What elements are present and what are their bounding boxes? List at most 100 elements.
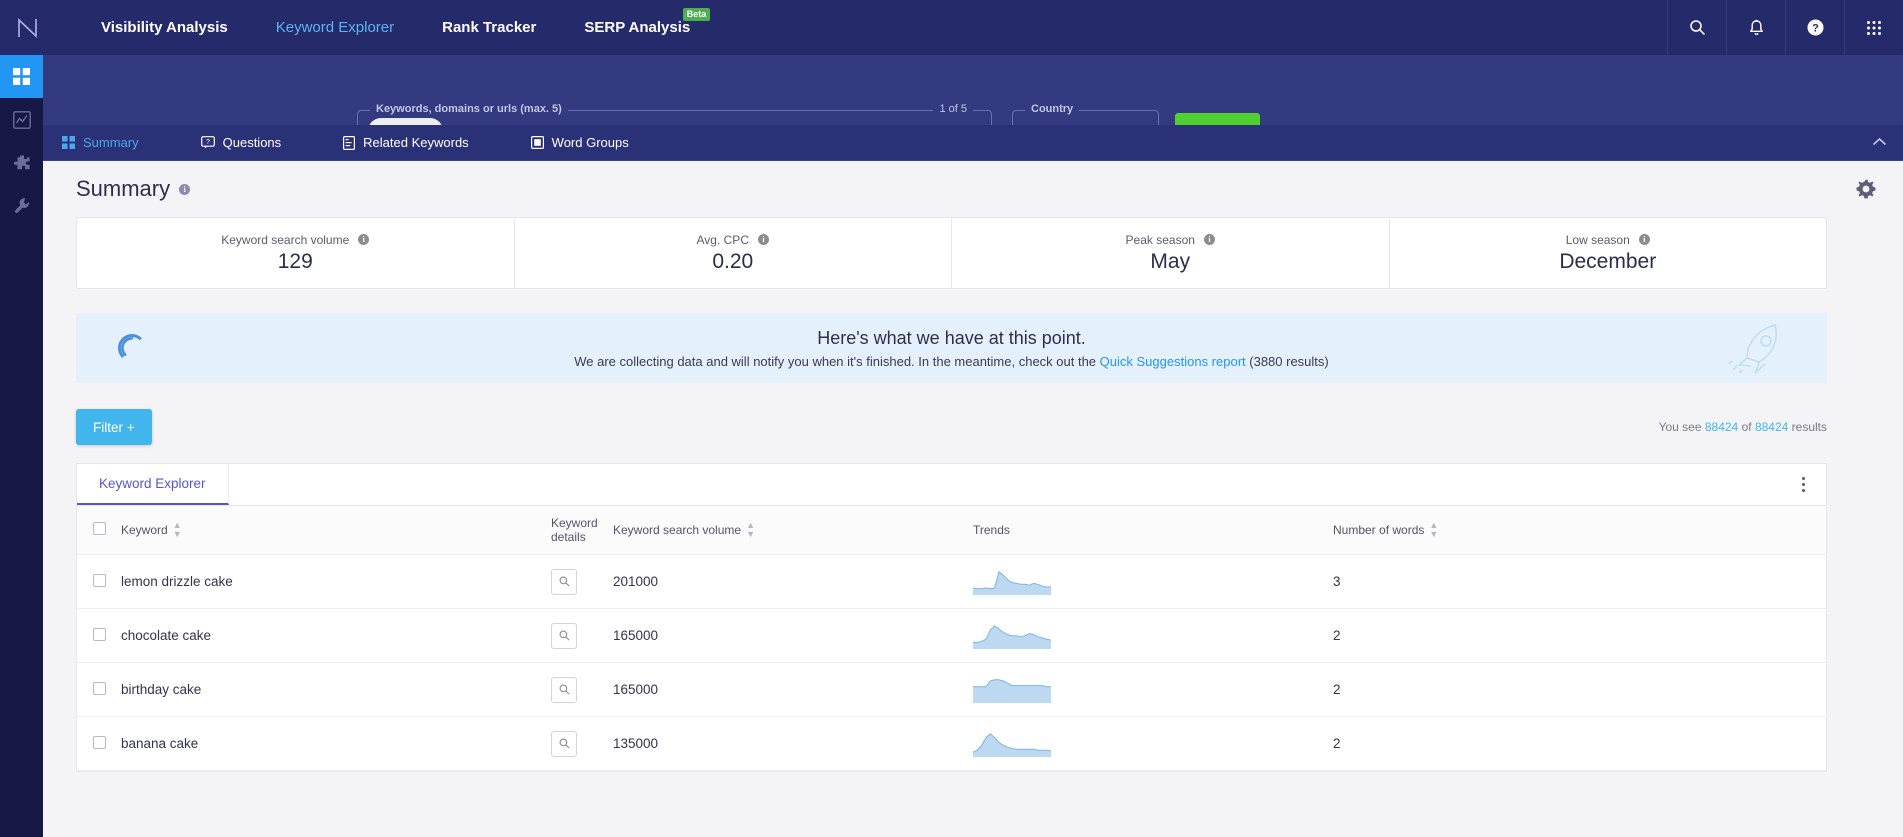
select-all-checkbox[interactable] [92, 522, 106, 535]
country-legend: Country [1025, 103, 1080, 115]
metric-value: May [1150, 249, 1191, 273]
header-keyword-details: Keyword details [551, 506, 613, 555]
app-root: Visibility Analysis Keyword Explorer Ran… [0, 0, 1903, 837]
keyword-text: banana cake [121, 736, 199, 751]
panel-tab-bar: Keyword Explorer [77, 464, 1826, 506]
results-prefix: You see [1658, 420, 1702, 434]
table-toolbar: Filter + You see 88424 of 88424 results [76, 409, 1827, 445]
magnifier-icon [559, 684, 569, 695]
header-keyword-search-volume[interactable]: Keyword search volume ▲ ▼ [613, 506, 973, 555]
search-volume-value: 135000 [613, 736, 659, 751]
header-keyword[interactable]: Keyword ▲ ▼ [121, 506, 551, 555]
results-shown: 88424 [1704, 420, 1739, 434]
info-icon[interactable]: i [1203, 234, 1215, 245]
zigzag-logo-icon [17, 17, 37, 38]
apps-button[interactable] [1844, 0, 1903, 55]
table-row[interactable]: birthday cake 165000 2 [77, 662, 1826, 717]
magnifier-icon [559, 630, 569, 641]
keyword-table-panel: Keyword Explorer Keyword ▲ ▼ Keyword det… [76, 463, 1827, 772]
keyword-text: chocolate cake [121, 628, 212, 643]
row-checkbox[interactable] [92, 627, 106, 641]
nav-item-keyword-explorer[interactable]: Keyword Explorer [252, 0, 418, 55]
info-icon[interactable]: i [179, 183, 191, 195]
top-bar-actions: ? [1667, 0, 1903, 55]
line-chart-icon [12, 110, 31, 129]
row-select-cell [77, 608, 121, 663]
row-checkbox[interactable] [92, 735, 106, 749]
puzzle-piece-icon [13, 155, 29, 169]
loading-spinner-icon [118, 334, 146, 362]
table-body: lemon drizzle cake 201000 3 chocolate cake 1… [77, 554, 1826, 771]
nav-item-serp-analysis[interactable]: SERP Analysis Beta [560, 0, 714, 55]
results-suffix: results [1791, 420, 1827, 434]
keyword-details-cell [551, 554, 613, 609]
keyword-details-cell [551, 662, 613, 717]
keyword-details-button[interactable] [551, 622, 577, 649]
keyword-details-button[interactable] [551, 568, 577, 595]
app-logo[interactable] [0, 0, 55, 55]
search-volume-cell: 135000 [613, 716, 973, 771]
tab-keyword-explorer[interactable]: Keyword Explorer [77, 464, 229, 505]
sidebar-item-analytics[interactable] [0, 98, 43, 141]
keyword-counter: 1 of 5 [933, 103, 973, 115]
tab-word-groups[interactable]: Word Groups [530, 125, 651, 160]
metric-value: December [1559, 249, 1657, 273]
filter-button[interactable]: Filter + [76, 409, 152, 445]
metric-label: Keyword search volume i [221, 233, 370, 247]
document-icon [343, 135, 356, 150]
summary-metric-cards: Keyword search volume i 129 Avg. CPC i 0… [76, 217, 1827, 289]
keywords-input-legend: Keywords, domains or urls (max. 5) [370, 103, 568, 115]
word-count-value: 3 [1333, 574, 1341, 589]
row-checkbox[interactable] [92, 573, 106, 587]
question-bubble-icon: ? [200, 136, 215, 149]
quick-suggestions-report-link[interactable]: Quick Suggestions report [1100, 354, 1246, 369]
metric-label-text: Avg. CPC [696, 232, 749, 247]
keyword-cell: birthday cake [121, 662, 551, 717]
header-number-of-words[interactable]: Number of words ▲ ▼ [1333, 506, 1826, 555]
settings-button[interactable] [1847, 170, 1885, 208]
row-checkbox[interactable] [92, 681, 106, 695]
row-select-cell [77, 716, 121, 771]
header-label-line2: details [551, 530, 586, 544]
sidebar-item-tools[interactable] [0, 184, 43, 227]
help-circle-icon: ? [1807, 19, 1823, 36]
keyword-details-button[interactable] [551, 676, 577, 703]
metric-card-keyword-search-volume: Keyword search volume i 129 [77, 218, 515, 288]
metric-label-text: Low season [1565, 232, 1630, 247]
nav-item-visibility-analysis[interactable]: Visibility Analysis [77, 0, 252, 55]
search-icon [1689, 20, 1705, 36]
keyword-details-button[interactable] [551, 730, 577, 757]
keyword-cell: chocolate cake [121, 608, 551, 663]
tab-label: Related Keywords [363, 135, 469, 150]
tab-summary[interactable]: Summary [62, 125, 161, 160]
tab-label: Summary [83, 135, 139, 150]
collapse-section-button[interactable] [1872, 134, 1887, 152]
info-icon[interactable]: i [358, 234, 370, 245]
table-row[interactable]: lemon drizzle cake 201000 3 [77, 554, 1826, 609]
nav-item-rank-tracker[interactable]: Rank Tracker [418, 0, 560, 55]
magnifier-icon [559, 576, 569, 587]
word-count-value: 2 [1333, 682, 1341, 697]
sidebar-item-integrations[interactable] [0, 141, 43, 184]
tab-related-keywords[interactable]: Related Keywords [343, 125, 491, 160]
nav-label: Visibility Analysis [101, 19, 228, 36]
info-icon[interactable]: i [1638, 234, 1650, 245]
metric-label: Peak season i [1126, 233, 1215, 247]
notifications-button[interactable] [1726, 0, 1785, 55]
word-count-value: 2 [1333, 628, 1341, 643]
metric-label: Low season i [1566, 233, 1650, 247]
help-button[interactable]: ? [1785, 0, 1844, 55]
table-options-button[interactable] [1780, 464, 1826, 505]
notice-text-before: We are collecting data and will notify y… [574, 353, 1097, 369]
table-row[interactable]: chocolate cake 165000 2 [77, 608, 1826, 663]
search-volume-cell: 165000 [613, 662, 973, 717]
info-icon[interactable]: i [757, 234, 769, 245]
search-volume-value: 165000 [613, 682, 659, 697]
sort-icon: ▲ ▼ [746, 520, 755, 539]
table-row[interactable]: banana cake 135000 2 [77, 716, 1826, 771]
sidebar-item-dashboard[interactable] [0, 55, 43, 98]
search-button[interactable] [1667, 0, 1726, 55]
tab-label: Questions [222, 135, 282, 150]
tab-questions[interactable]: ? Questions [200, 125, 304, 160]
metric-value: 0.20 [712, 249, 754, 273]
